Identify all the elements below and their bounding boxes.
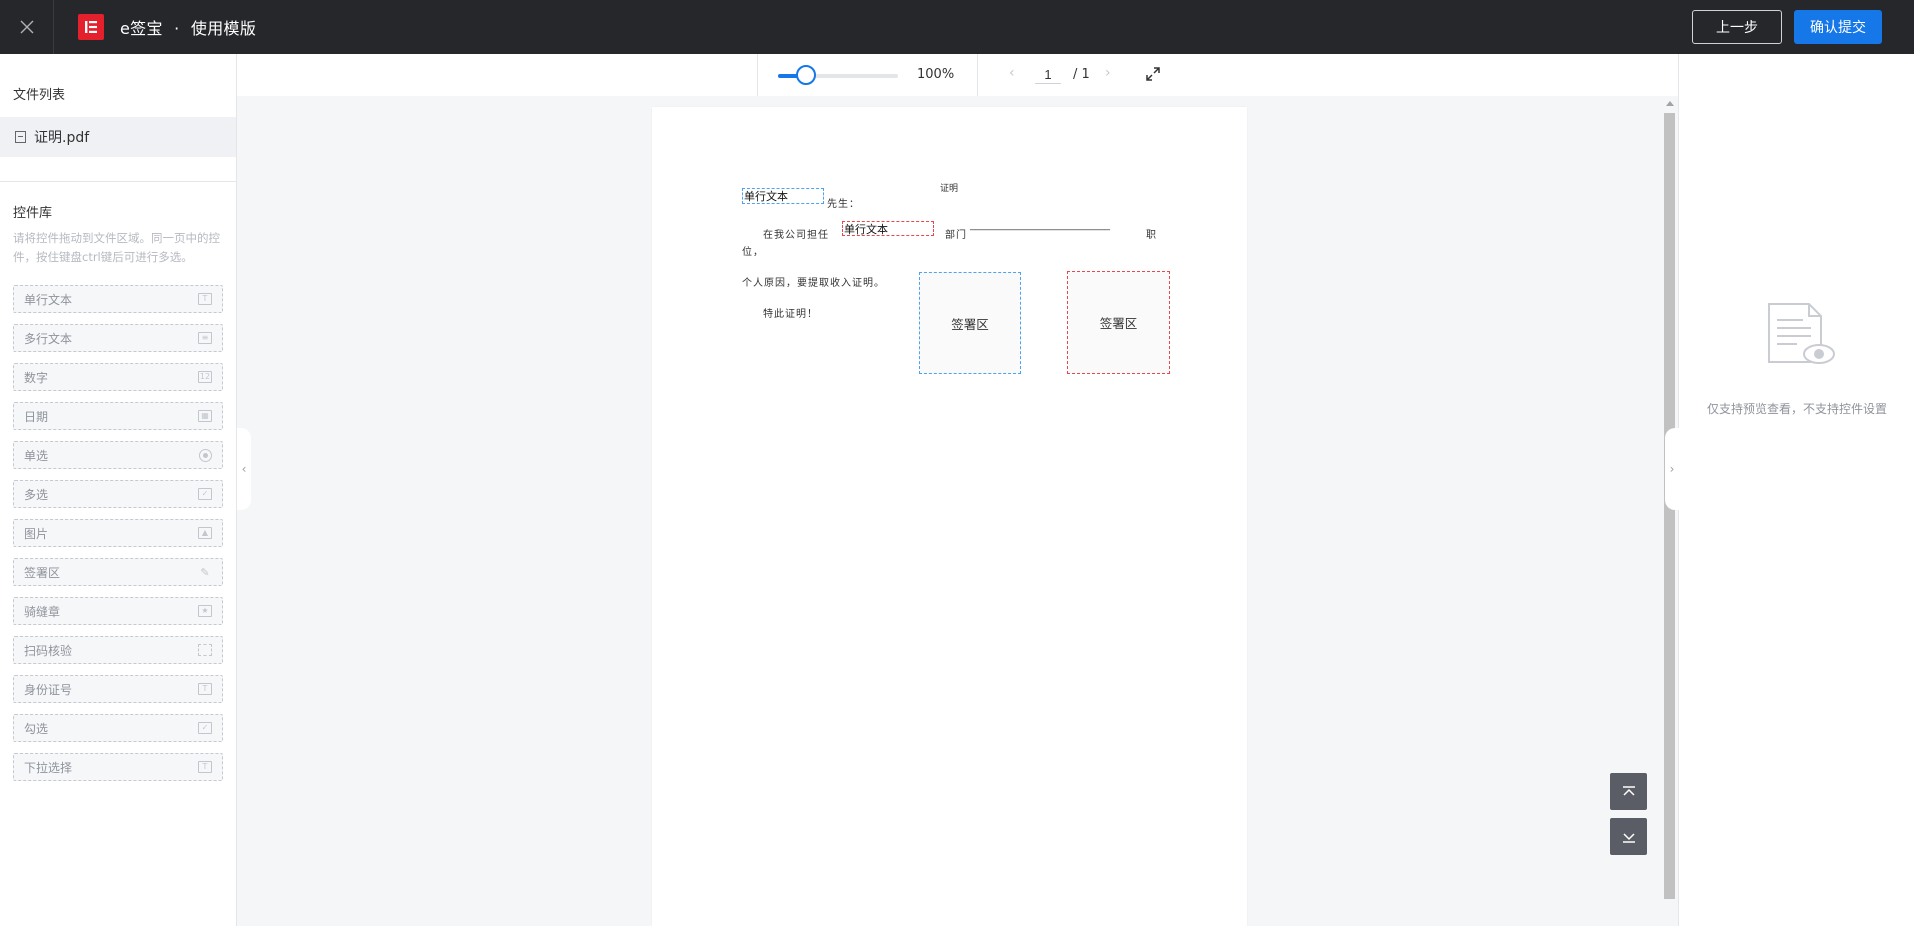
control-item-check[interactable]: 勾选 ✓ xyxy=(13,714,223,742)
next-page-button[interactable]: › xyxy=(1105,65,1111,81)
file-list-title: 文件列表 xyxy=(13,88,66,103)
doc-text-hereby-certify: 特此证明！ xyxy=(763,309,818,320)
viewer-toolbar: 100% ‹ / 1 › xyxy=(237,54,1678,96)
chevron-right-icon: › xyxy=(1669,462,1675,476)
number-icon: 12 xyxy=(198,371,212,383)
control-label: 身份证号 xyxy=(24,682,73,697)
preview-only-message: 仅支持预览查看，不支持控件设置 xyxy=(1706,402,1887,416)
control-item-image[interactable]: 图片 ▲ xyxy=(13,519,223,547)
control-label: 多行文本 xyxy=(24,331,73,346)
control-label: 单行文本 xyxy=(24,292,73,307)
brand-name: e签宝 xyxy=(120,19,163,38)
top-bar: e签宝 · 使用模版 上一步 确认提交 xyxy=(0,0,1914,54)
control-label: 日期 xyxy=(24,409,49,424)
doc-text-blank-line: ____________________________ xyxy=(970,220,1110,231)
control-item-scan-verify[interactable]: 扫码核验 xyxy=(13,636,223,664)
doc-text-position-wrap: 位， xyxy=(742,247,764,258)
app-logo xyxy=(78,14,104,40)
file-icon xyxy=(15,131,26,143)
document-preview-icon xyxy=(1768,303,1835,364)
document-page: 证明 单行文本 先生： 在我公司担任 单行文本 部门 _____________… xyxy=(652,107,1247,926)
control-library-title: 控件库 xyxy=(13,206,53,221)
zoom-slider-handle[interactable] xyxy=(796,65,816,85)
stamp-icon: ★ xyxy=(198,605,212,617)
control-item-seam-seal[interactable]: 骑缝章 ★ xyxy=(13,597,223,625)
control-library-hint: 请将控件拖动到文件区域。同一页中的控件，按住键盘ctrl键后可进行多选。 xyxy=(13,231,220,264)
text-icon: T xyxy=(198,293,212,305)
close-icon xyxy=(20,20,33,34)
page-title: e签宝 · 使用模版 xyxy=(120,15,256,39)
image-icon: ▲ xyxy=(198,527,212,539)
control-item-checkbox[interactable]: 多选 ✓ xyxy=(13,480,223,508)
collapse-left-panel-button[interactable]: ‹ xyxy=(237,428,251,510)
chevron-left-icon: ‹ xyxy=(1009,65,1015,81)
control-label: 下拉选择 xyxy=(24,760,73,775)
calendar-icon: ▦ xyxy=(198,410,212,422)
control-label: 多选 xyxy=(24,487,49,502)
control-list: 单行文本 T 多行文本 ≡ 数字 12 日期 ▦ 单选 多选 ✓ 图片 ▲ 签署区 ✎ 骑缝章… xyxy=(0,285,236,781)
previous-step-button[interactable]: 上一步 xyxy=(1692,10,1782,44)
control-item-date[interactable]: 日期 ▦ xyxy=(13,402,223,430)
dropdown-icon: T xyxy=(198,761,212,773)
control-label: 勾选 xyxy=(24,721,49,736)
chevron-right-icon: › xyxy=(1105,65,1111,81)
signature-area-field[interactable]: 签署区 xyxy=(919,272,1021,374)
scroll-to-top-button[interactable] xyxy=(1610,773,1647,810)
collapse-right-panel-button[interactable]: › xyxy=(1665,428,1679,510)
arrow-to-bottom-icon xyxy=(1622,832,1635,843)
page-total: / 1 xyxy=(1073,67,1090,82)
radio-icon xyxy=(199,448,212,462)
doc-text-position-end: 职 xyxy=(1146,230,1157,241)
control-item-signature[interactable]: 签署区 ✎ xyxy=(13,558,223,586)
control-item-number[interactable]: 数字 12 xyxy=(13,363,223,391)
fullscreen-button[interactable] xyxy=(1145,66,1161,82)
file-list-item[interactable]: 证明.pdf xyxy=(0,117,236,157)
scan-icon xyxy=(198,644,212,656)
toolbar-divider xyxy=(977,54,978,96)
logo-icon xyxy=(85,21,97,33)
control-item-single-text[interactable]: 单行文本 T xyxy=(13,285,223,313)
signature-area-field[interactable]: 签署区 xyxy=(1067,271,1170,374)
control-item-radio[interactable]: 单选 xyxy=(13,441,223,469)
doc-text-employed-as: 在我公司担任 xyxy=(763,230,829,241)
checkbox-icon: ✓ xyxy=(198,488,212,500)
control-item-id-number[interactable]: 身份证号 T xyxy=(13,675,223,703)
confirm-submit-button[interactable]: 确认提交 xyxy=(1794,10,1882,44)
pen-icon: ✎ xyxy=(200,565,210,579)
title-separator: · xyxy=(174,19,180,38)
multiline-icon: ≡ xyxy=(198,332,212,344)
close-button[interactable] xyxy=(0,0,54,54)
left-sidebar: 文件列表 证明.pdf 控件库 请将控件拖动到文件区域。同一页中的控件，按住键盘… xyxy=(0,54,237,926)
toolbar-divider xyxy=(757,54,758,96)
page-number-input[interactable] xyxy=(1035,66,1061,84)
id-icon: T xyxy=(198,683,212,695)
scroll-to-bottom-button[interactable] xyxy=(1610,818,1647,855)
sidebar-divider xyxy=(0,181,236,182)
template-title: 使用模版 xyxy=(190,19,257,38)
expand-icon xyxy=(1146,67,1160,81)
chevron-left-icon: ‹ xyxy=(241,462,247,476)
right-panel: 仅支持预览查看，不支持控件设置 xyxy=(1678,54,1914,926)
control-label: 单选 xyxy=(24,448,49,463)
doc-text-reason: 个人原因，要提取收入证明。 xyxy=(742,278,885,289)
check-icon: ✓ xyxy=(198,722,212,734)
zoom-level: 100% xyxy=(917,67,955,82)
control-item-multi-text[interactable]: 多行文本 ≡ xyxy=(13,324,223,352)
control-label: 数字 xyxy=(24,370,49,385)
control-label: 签署区 xyxy=(24,565,61,580)
arrow-to-top-icon xyxy=(1622,785,1635,796)
single-text-field-position[interactable]: 单行文本 xyxy=(842,221,934,236)
control-label: 图片 xyxy=(24,526,49,541)
single-text-field-name[interactable]: 单行文本 xyxy=(742,188,824,204)
control-label: 骑缝章 xyxy=(24,604,61,619)
control-label: 扫码核验 xyxy=(24,643,73,658)
doc-text-department: 部门 xyxy=(945,230,967,241)
doc-text-mister: 先生： xyxy=(827,199,860,210)
prev-page-button[interactable]: ‹ xyxy=(1009,65,1015,81)
control-item-dropdown[interactable]: 下拉选择 T xyxy=(13,753,223,781)
scroll-up-arrow-icon[interactable] xyxy=(1666,101,1674,106)
file-name: 证明.pdf xyxy=(34,130,90,146)
document-title: 证明 xyxy=(940,184,959,194)
